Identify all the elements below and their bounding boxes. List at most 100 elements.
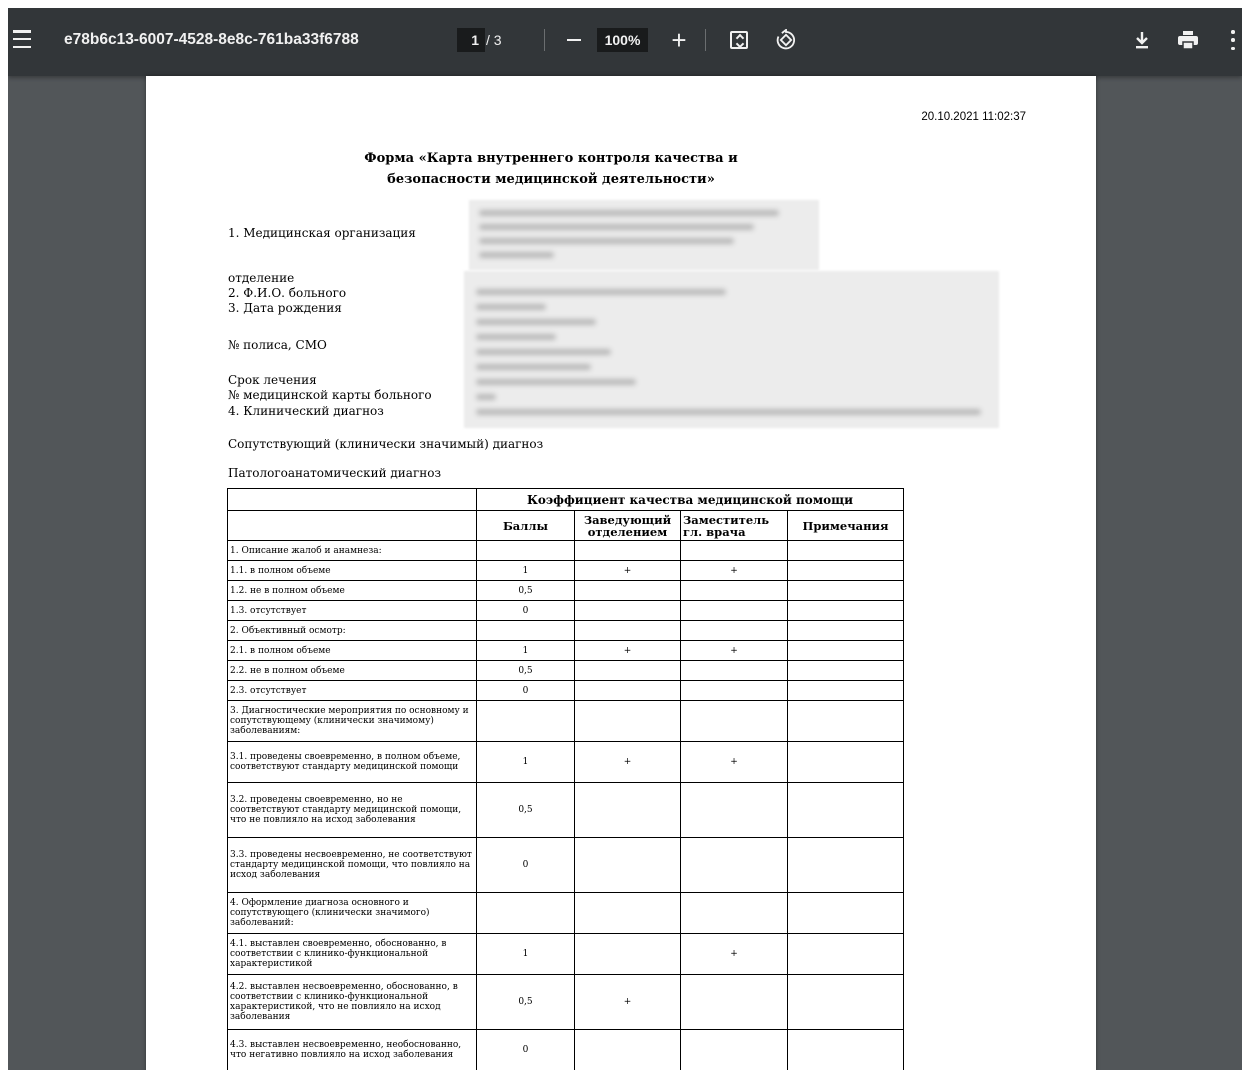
col-score-header: Баллы (476, 510, 575, 541)
head-mark-cell: + (574, 560, 681, 581)
score-cell: 0,5 (476, 782, 575, 838)
head-mark-cell (574, 580, 681, 601)
col-head-header-line1: Заведующий (583, 512, 672, 527)
criterion-cell: 1.1. в полном объеме (227, 560, 477, 581)
print-icon[interactable] (1176, 28, 1200, 52)
criterion-cell: 1. Описание жалоб и анамнеза: (227, 540, 477, 561)
redacted-patient-data (464, 271, 999, 428)
table-row: 4.2. выставлен несвоевременно, обоснован… (227, 974, 904, 1030)
head-mark-cell (574, 540, 681, 561)
head-mark-cell (574, 837, 681, 893)
form-title: Форма «Карта внутреннего контроля качест… (321, 148, 781, 190)
head-mark-cell (574, 782, 681, 838)
download-icon[interactable] (1130, 28, 1154, 52)
zoom-level-input[interactable]: 100% (597, 28, 648, 52)
deputy-mark-cell (680, 540, 788, 561)
criterion-cell: 1.2. не в полном объеме (227, 580, 477, 601)
head-mark-cell (574, 660, 681, 681)
score-cell: 1 (476, 741, 575, 783)
score-cell: 0,5 (476, 974, 575, 1030)
table-header-empty (227, 488, 477, 511)
form-title-line2: безопасности медицинской деятельности» (387, 172, 715, 187)
notes-cell (787, 660, 904, 681)
toolbar-divider (544, 29, 545, 51)
pdf-viewer: e78b6c13-6007-4528-8e8c-761ba33f6788 1 /… (8, 8, 1242, 1070)
deputy-mark-cell (680, 892, 788, 934)
table-subheader-row: Баллы Заведующий отделением Заместитель … (227, 510, 904, 541)
form-title-line1: Форма «Карта внутреннего контроля качест… (364, 151, 738, 166)
deputy-mark-cell: + (680, 741, 788, 783)
page-total: / 3 (486, 32, 502, 48)
notes-cell (787, 620, 904, 641)
deputy-mark-cell (680, 580, 788, 601)
score-cell: 0 (476, 1029, 575, 1070)
zoom-in-button[interactable]: + (666, 27, 692, 53)
toolbar: e78b6c13-6007-4528-8e8c-761ba33f6788 1 /… (8, 8, 1242, 76)
menu-icon[interactable] (12, 30, 32, 48)
deputy-mark-cell (680, 680, 788, 701)
field-term-label: Срок лечения (228, 373, 317, 387)
table-row: 2.1. в полном объеме 1 + + (227, 640, 904, 661)
score-cell: 0,5 (476, 660, 575, 681)
table-row: 1.3. отсутствует 0 (227, 600, 904, 621)
more-options-icon[interactable] (1228, 30, 1238, 50)
score-cell (476, 700, 575, 742)
score-cell: 0 (476, 600, 575, 621)
score-cell: 1 (476, 933, 575, 975)
notes-cell (787, 600, 904, 621)
table-row: 3.3. проведены несвоевременно, не соотве… (227, 837, 904, 893)
field-diag-label: 4. Клинический диагноз (228, 404, 384, 418)
criterion-cell: 3.2. проведены своевременно, но не соотв… (227, 782, 477, 838)
table-row: 2. Объективный осмотр: (227, 620, 904, 641)
page-number-input[interactable]: 1 (457, 28, 485, 52)
col-head-header-line2: отделением (587, 524, 668, 539)
col-deputy-header: Заместитель гл. врача (680, 510, 788, 541)
criterion-cell: 2. Объективный осмотр: (227, 620, 477, 641)
notes-cell (787, 974, 904, 1030)
notes-cell (787, 741, 904, 783)
criterion-cell: 3.1. проведены своевременно, в полном об… (227, 741, 477, 783)
field-card-label: № медицинской карты больного (228, 388, 432, 402)
deputy-mark-cell: + (680, 560, 788, 581)
deputy-mark-cell (680, 620, 788, 641)
deputy-mark-cell (680, 974, 788, 1030)
rotate-icon[interactable] (774, 28, 798, 52)
notes-cell (787, 560, 904, 581)
field-concomitant-label: Сопутствующий (клинически значимый) диаг… (228, 437, 544, 451)
notes-cell (787, 782, 904, 838)
score-cell: 0,5 (476, 580, 575, 601)
criterion-cell: 4.3. выставлен несвоевременно, необоснов… (227, 1029, 477, 1070)
deputy-mark-cell (680, 600, 788, 621)
col-deputy-header-line2: гл. врача (683, 524, 746, 539)
document-title: e78b6c13-6007-4528-8e8c-761ba33f6788 (64, 31, 359, 48)
zoom-out-button[interactable] (562, 28, 586, 52)
score-cell (476, 620, 575, 641)
criterion-cell: 4.2. выставлен несвоевременно, обоснован… (227, 974, 477, 1030)
head-mark-cell: + (574, 974, 681, 1030)
field-fio-label: 2. Ф.И.О. больного (228, 286, 347, 300)
head-mark-cell (574, 600, 681, 621)
deputy-mark-cell (680, 660, 788, 681)
quality-coefficient-table: Коэффициент качества медицинской помощи … (227, 488, 904, 1070)
criterion-cell: 2.3. отсутствует (227, 680, 477, 701)
deputy-mark-cell (680, 700, 788, 742)
deputy-mark-cell (680, 837, 788, 893)
score-cell: 1 (476, 560, 575, 581)
table-header-row: Коэффициент качества медицинской помощи (227, 488, 904, 511)
notes-cell (787, 892, 904, 934)
table-row: 1.1. в полном объеме 1 + + (227, 560, 904, 581)
criterion-cell: 2.1. в полном объеме (227, 640, 477, 661)
col-deputy-header-line1: Заместитель (683, 512, 770, 527)
col-head-header: Заведующий отделением (574, 510, 681, 541)
fit-to-page-icon[interactable] (728, 29, 750, 51)
table-row: 1.2. не в полном объеме 0,5 (227, 580, 904, 601)
notes-cell (787, 1029, 904, 1070)
score-cell: 0 (476, 680, 575, 701)
redacted-org (469, 200, 819, 270)
notes-cell (787, 837, 904, 893)
notes-cell (787, 933, 904, 975)
criterion-cell: 3. Диагностические мероприятия по основн… (227, 700, 477, 742)
table-row: 3. Диагностические мероприятия по основн… (227, 700, 904, 742)
notes-cell (787, 680, 904, 701)
criterion-cell: 3.3. проведены несвоевременно, не соотве… (227, 837, 477, 893)
